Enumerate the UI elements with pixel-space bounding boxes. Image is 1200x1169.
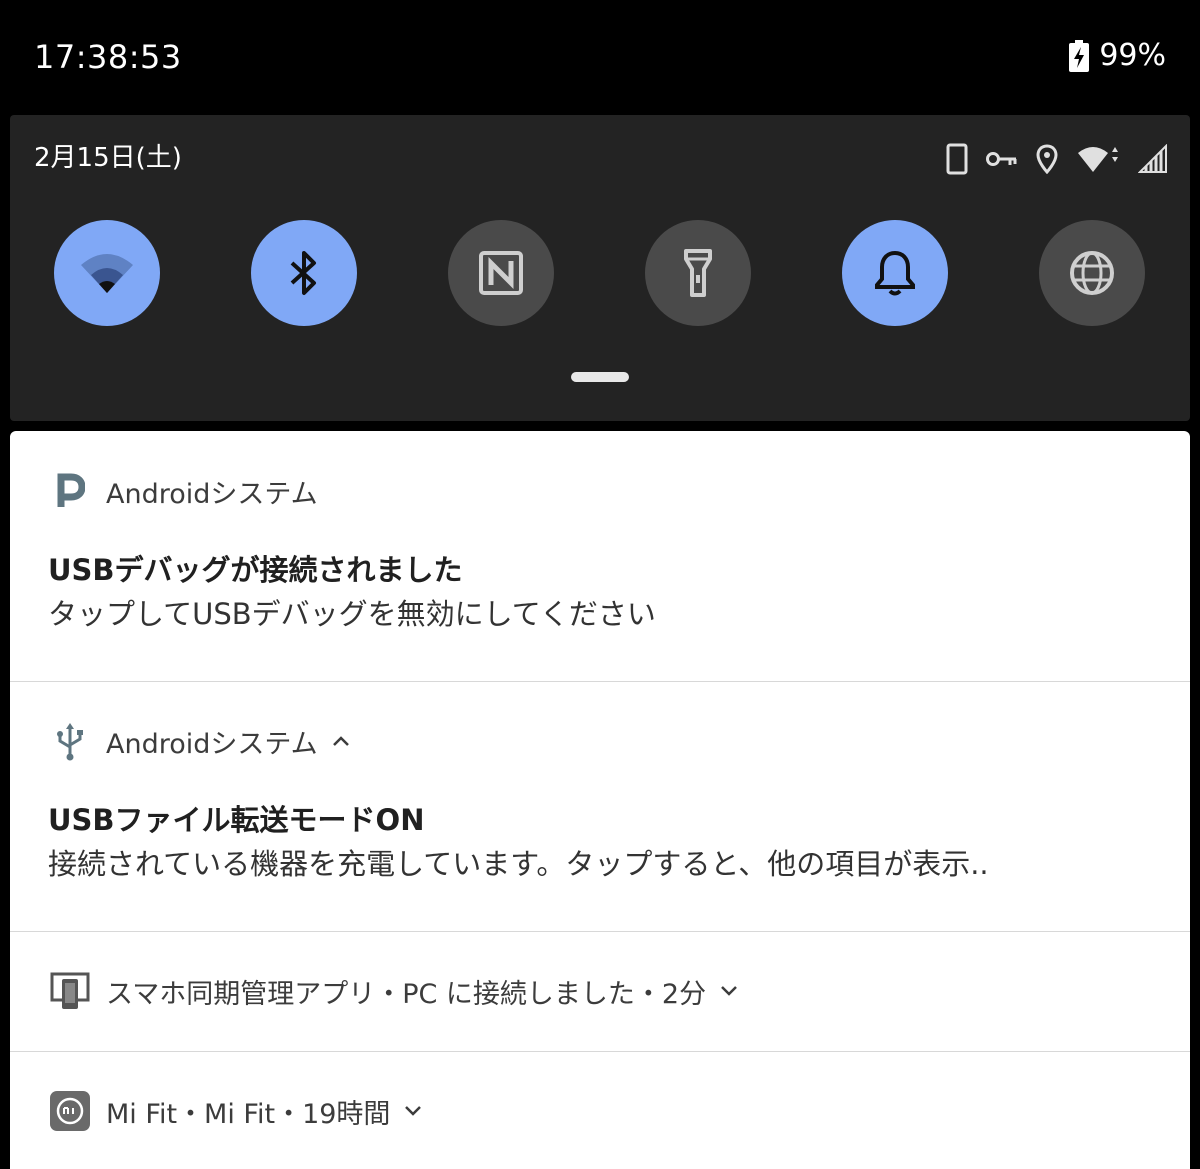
- clock: 17:38:53: [34, 38, 182, 76]
- notification-list: Androidシステム USBデバッグが接続されました タップしてUSBデバッグ…: [10, 431, 1190, 1169]
- phone-icon: [946, 143, 968, 175]
- battery-charging-icon: [1069, 39, 1090, 72]
- battery-percent: 99%: [1099, 38, 1166, 73]
- tile-bluetooth[interactable]: [251, 220, 357, 326]
- android-system-p-icon: [48, 469, 92, 513]
- tile-notifications[interactable]: [842, 220, 948, 326]
- chevron-down-icon[interactable]: [720, 985, 738, 997]
- notification-summary: Mi Fit・Mi Fit・19時間: [106, 1098, 391, 1130]
- tile-nfc[interactable]: [448, 220, 554, 326]
- bluetooth-icon: [290, 251, 316, 295]
- nfc-icon: [479, 251, 523, 295]
- notification-usb-transfer[interactable]: Androidシステム USBファイル転送モードON 接続されている機器を充電し…: [10, 681, 1190, 932]
- drag-handle[interactable]: [571, 372, 629, 382]
- quick-settings-panel: 2月15日(土): [10, 115, 1190, 421]
- tile-wifi[interactable]: [54, 220, 160, 326]
- location-icon: [1036, 144, 1058, 174]
- notification-header: Androidシステム: [48, 719, 350, 763]
- notification-usb-debug[interactable]: Androidシステム USBデバッグが接続されました タップしてUSBデバッグ…: [10, 431, 1190, 682]
- notification-summary: スマホ同期管理アプリ・PC に接続しました・2分: [106, 978, 707, 1010]
- qs-status-icons: [946, 143, 1168, 175]
- chevron-down-icon[interactable]: [404, 1105, 422, 1117]
- wifi-signal-icon: [1078, 147, 1118, 172]
- chevron-up-icon[interactable]: [332, 735, 350, 747]
- quick-settings-tiles: [54, 220, 1146, 326]
- usb-icon: [48, 719, 92, 763]
- app-name: Androidシステム: [106, 478, 318, 510]
- globe-icon: [1070, 251, 1114, 295]
- notification-text: 接続されている機器を充電しています。タップすると、他の項目が表示..: [48, 847, 989, 881]
- bell-icon: [875, 250, 915, 296]
- battery-indicator: 99%: [1069, 38, 1166, 73]
- notification-sync-app[interactable]: スマホ同期管理アプリ・PC に接続しました・2分: [10, 931, 1190, 1052]
- notification-mi-fit[interactable]: Mi Fit・Mi Fit・19時間: [10, 1051, 1190, 1169]
- app-name: Androidシステム: [106, 728, 318, 760]
- notification-header: スマホ同期管理アプリ・PC に接続しました・2分: [48, 969, 738, 1013]
- flashlight-icon: [684, 249, 712, 297]
- phone-sync-icon: [48, 969, 92, 1013]
- cell-signal-icon: [1138, 144, 1167, 173]
- status-bar: 17:38:53 99%: [0, 0, 1200, 115]
- notification-header: Androidシステム: [48, 469, 318, 513]
- tile-flashlight[interactable]: [645, 220, 751, 326]
- tile-vpn[interactable]: [1039, 220, 1145, 326]
- notification-title: USBファイル転送モードON: [48, 803, 425, 837]
- notification-text: タップしてUSBデバッグを無効にしてください: [48, 597, 656, 631]
- key-icon: [986, 152, 1017, 166]
- notification-header: Mi Fit・Mi Fit・19時間: [48, 1089, 422, 1133]
- mi-fit-icon: [48, 1089, 92, 1133]
- wifi-icon: [81, 254, 133, 293]
- date-label[interactable]: 2月15日(土): [34, 137, 182, 174]
- notification-title: USBデバッグが接続されました: [48, 553, 463, 587]
